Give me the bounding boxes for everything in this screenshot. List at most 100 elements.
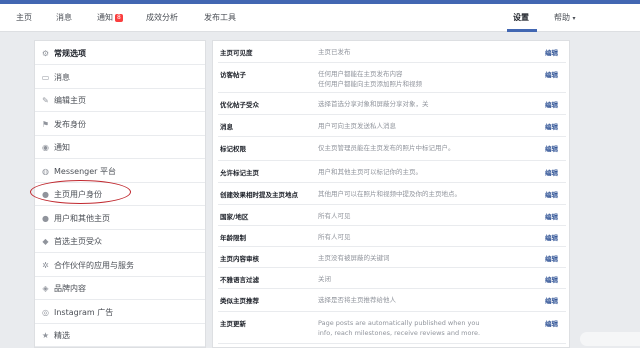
nav-publishing-tools[interactable]: 发布工具 — [204, 4, 236, 32]
settings-active-indicator — [507, 29, 537, 32]
sidebar-item-label: 合作伙伴的应用与服务 — [54, 260, 134, 270]
edit-link[interactable]: 编辑 — [545, 232, 558, 242]
page-navbar: 主页 消息 通知 8 成效分析 发布工具 设置 帮助 ▾ — [0, 4, 640, 32]
setting-label: 标记权限 — [220, 145, 246, 153]
messenger-icon: ◍ — [42, 166, 49, 176]
setting-value: 用户可向主页发送私人消息 — [318, 122, 396, 130]
setting-row: 主页更新 Page posts are automatically publish… — [218, 312, 566, 344]
edit-link[interactable]: 编辑 — [545, 121, 558, 131]
sidebar-item[interactable]: ▭ 消息 — [35, 66, 205, 89]
setting-value: 主页没有被屏蔽的关键词 — [318, 254, 390, 262]
setting-label: 主页内容审核 — [220, 255, 259, 263]
flag-icon: ⚑ — [41, 119, 50, 129]
highlight-circle — [30, 180, 131, 204]
setting-label: 年龄限制 — [220, 234, 246, 242]
setting-row: 年龄限制 所有人可见 编辑 — [218, 226, 566, 247]
sidebar-item[interactable]: ✎ 编辑主页 — [35, 89, 205, 112]
branded-content-icon: ◈ — [42, 284, 49, 293]
sidebar-item-label: 品牌内容 — [54, 284, 86, 293]
sidebar-item-label: 消息 — [54, 72, 70, 82]
setting-value: 其他用户可以在照片和视频中提及你的主页地点。 — [318, 190, 461, 198]
setting-value: 主页已发布 — [318, 48, 351, 56]
setting-value: 所有人可见 — [318, 233, 351, 241]
nav-home[interactable]: 主页 — [16, 4, 32, 32]
sidebar-item[interactable]: ⚑ 发布身份 — [35, 113, 205, 136]
setting-value: 选择是否将主页推荐给他人 — [318, 296, 396, 304]
sidebar-item[interactable]: ★ 精选 — [35, 324, 205, 347]
sidebar-item-label: 发布身份 — [54, 119, 86, 129]
setting-label: 类似主页推荐 — [220, 297, 259, 305]
gear-icon: ⚙ — [41, 49, 50, 58]
setting-row: 国家/地区 所有人可见 编辑 — [218, 205, 566, 226]
nav-help[interactable]: 帮助 ▾ — [554, 4, 576, 32]
edit-link[interactable]: 编辑 — [545, 211, 558, 221]
setting-value: 选择首选分享对象和屏蔽分享对象，关 — [318, 100, 429, 108]
notification-badge: 8 — [115, 13, 123, 22]
sidebar-item-label: 常规选项 — [54, 49, 86, 58]
nav-messages[interactable]: 消息 — [56, 4, 72, 32]
sidebar-item-label: Messenger 平台 — [54, 166, 116, 176]
setting-row: 主页内容审核 主页没有被屏蔽的关键词 编辑 — [218, 247, 566, 268]
globe-icon: ◉ — [42, 143, 49, 152]
setting-label: 国家/地区 — [220, 213, 249, 221]
edit-link[interactable]: 编辑 — [545, 143, 558, 153]
setting-label: 访客帖子 — [220, 71, 246, 79]
sidebar-item[interactable]: ✲ 合作伙伴的应用与服务 — [35, 254, 205, 277]
setting-row: 主页可见度 主页已发布 编辑 — [218, 41, 566, 63]
audience-icon: ◆ — [42, 237, 49, 246]
edit-link[interactable]: 编辑 — [545, 295, 558, 305]
sidebar-item[interactable]: ◈ 品牌内容 — [35, 277, 205, 300]
sidebar-item-label: 编辑主页 — [54, 96, 86, 105]
nav-help-label: 帮助 — [554, 13, 570, 22]
setting-row: 不雅语言过滤 关闭 编辑 — [218, 268, 566, 289]
edit-link[interactable]: 编辑 — [545, 69, 558, 79]
setting-label: 创建效果相时提及主页地点 — [220, 191, 298, 199]
setting-row: 访客帖子 任何用户都能在主页发布内容 任何用户都能向主页添加照片和视频 编辑 — [218, 63, 566, 93]
sidebar-item[interactable]: ● 用户和其他主页 — [35, 207, 205, 230]
setting-label: 允许标记主页 — [220, 169, 259, 177]
setting-label: 主页更新 — [220, 320, 246, 328]
edit-link[interactable]: 编辑 — [545, 274, 558, 284]
apps-icon: ✲ — [42, 260, 49, 270]
setting-label: 优化帖子受众 — [220, 101, 259, 109]
setting-value: 关闭 — [318, 275, 331, 283]
nav-insights[interactable]: 成效分析 — [146, 4, 178, 32]
edit-link[interactable]: 编辑 — [545, 47, 558, 57]
sidebar-item[interactable]: ⚙ 常规选项 — [35, 42, 205, 65]
setting-row: 标记权限 仅主页管理员能在主页发布的照片中标记用户。 编辑 — [218, 137, 566, 161]
setting-value: 任何用户都能在主页发布内容 任何用户都能向主页添加照片和视频 — [318, 70, 422, 88]
sidebar-item[interactable]: ◍ Messenger 平台 — [35, 160, 205, 183]
sidebar-item[interactable]: ◉ 通知 — [35, 136, 205, 159]
sidebar-item-label: Instagram 广告 — [54, 307, 114, 317]
edit-link[interactable]: 编辑 — [545, 253, 558, 263]
chevron-down-icon: ▾ — [572, 15, 576, 22]
setting-value: Page posts are automatically published w… — [318, 319, 481, 337]
sidebar-item[interactable]: ◎ Instagram 广告 — [35, 301, 205, 324]
edit-link[interactable]: 编辑 — [545, 99, 558, 109]
edit-link[interactable]: 编辑 — [545, 318, 558, 328]
setting-row: 优化帖子受众 选择首选分享对象和屏蔽分享对象，关 编辑 — [218, 93, 566, 115]
setting-label: 消息 — [220, 123, 233, 131]
setting-value: 仅主页管理员能在主页发布的照片中标记用户。 — [318, 144, 455, 152]
sidebar-item[interactable]: ◆ 首选主页受众 — [35, 230, 205, 253]
setting-label: 不雅语言过滤 — [220, 276, 259, 284]
users-icon: ● — [42, 213, 49, 223]
star-icon: ★ — [41, 331, 50, 340]
sidebar-item-label: 精选 — [54, 331, 70, 340]
setting-label: 主页可见度 — [220, 49, 253, 57]
setting-row: 创建效果相时提及主页地点 其他用户可以在照片和视频中提及你的主页地点。 编辑 — [218, 183, 566, 205]
sidebar-item-label: 首选主页受众 — [54, 237, 102, 246]
sidebar-item-label: 用户和其他主页 — [54, 213, 110, 223]
setting-value: 用户和其他主页可以标记你的主页。 — [318, 168, 422, 176]
edit-link[interactable]: 编辑 — [545, 167, 558, 177]
pencil-icon: ✎ — [42, 96, 49, 105]
instagram-icon: ◎ — [42, 307, 49, 317]
settings-table: 主页可见度 主页已发布 编辑 访客帖子 任何用户都能在主页发布内容 任何用户都能向主页添… — [212, 40, 570, 348]
nav-settings[interactable]: 设置 — [513, 4, 529, 32]
nav-notifications[interactable]: 通知 8 — [97, 4, 123, 32]
setting-row: 允许标记主页 用户和其他主页可以标记你的主页。 编辑 — [218, 161, 566, 183]
message-icon: ▭ — [41, 72, 50, 82]
setting-row: 类似主页推荐 选择是否将主页推荐给他人 编辑 — [218, 289, 566, 312]
nav-notifications-label: 通知 — [97, 13, 113, 22]
edit-link[interactable]: 编辑 — [545, 189, 558, 199]
